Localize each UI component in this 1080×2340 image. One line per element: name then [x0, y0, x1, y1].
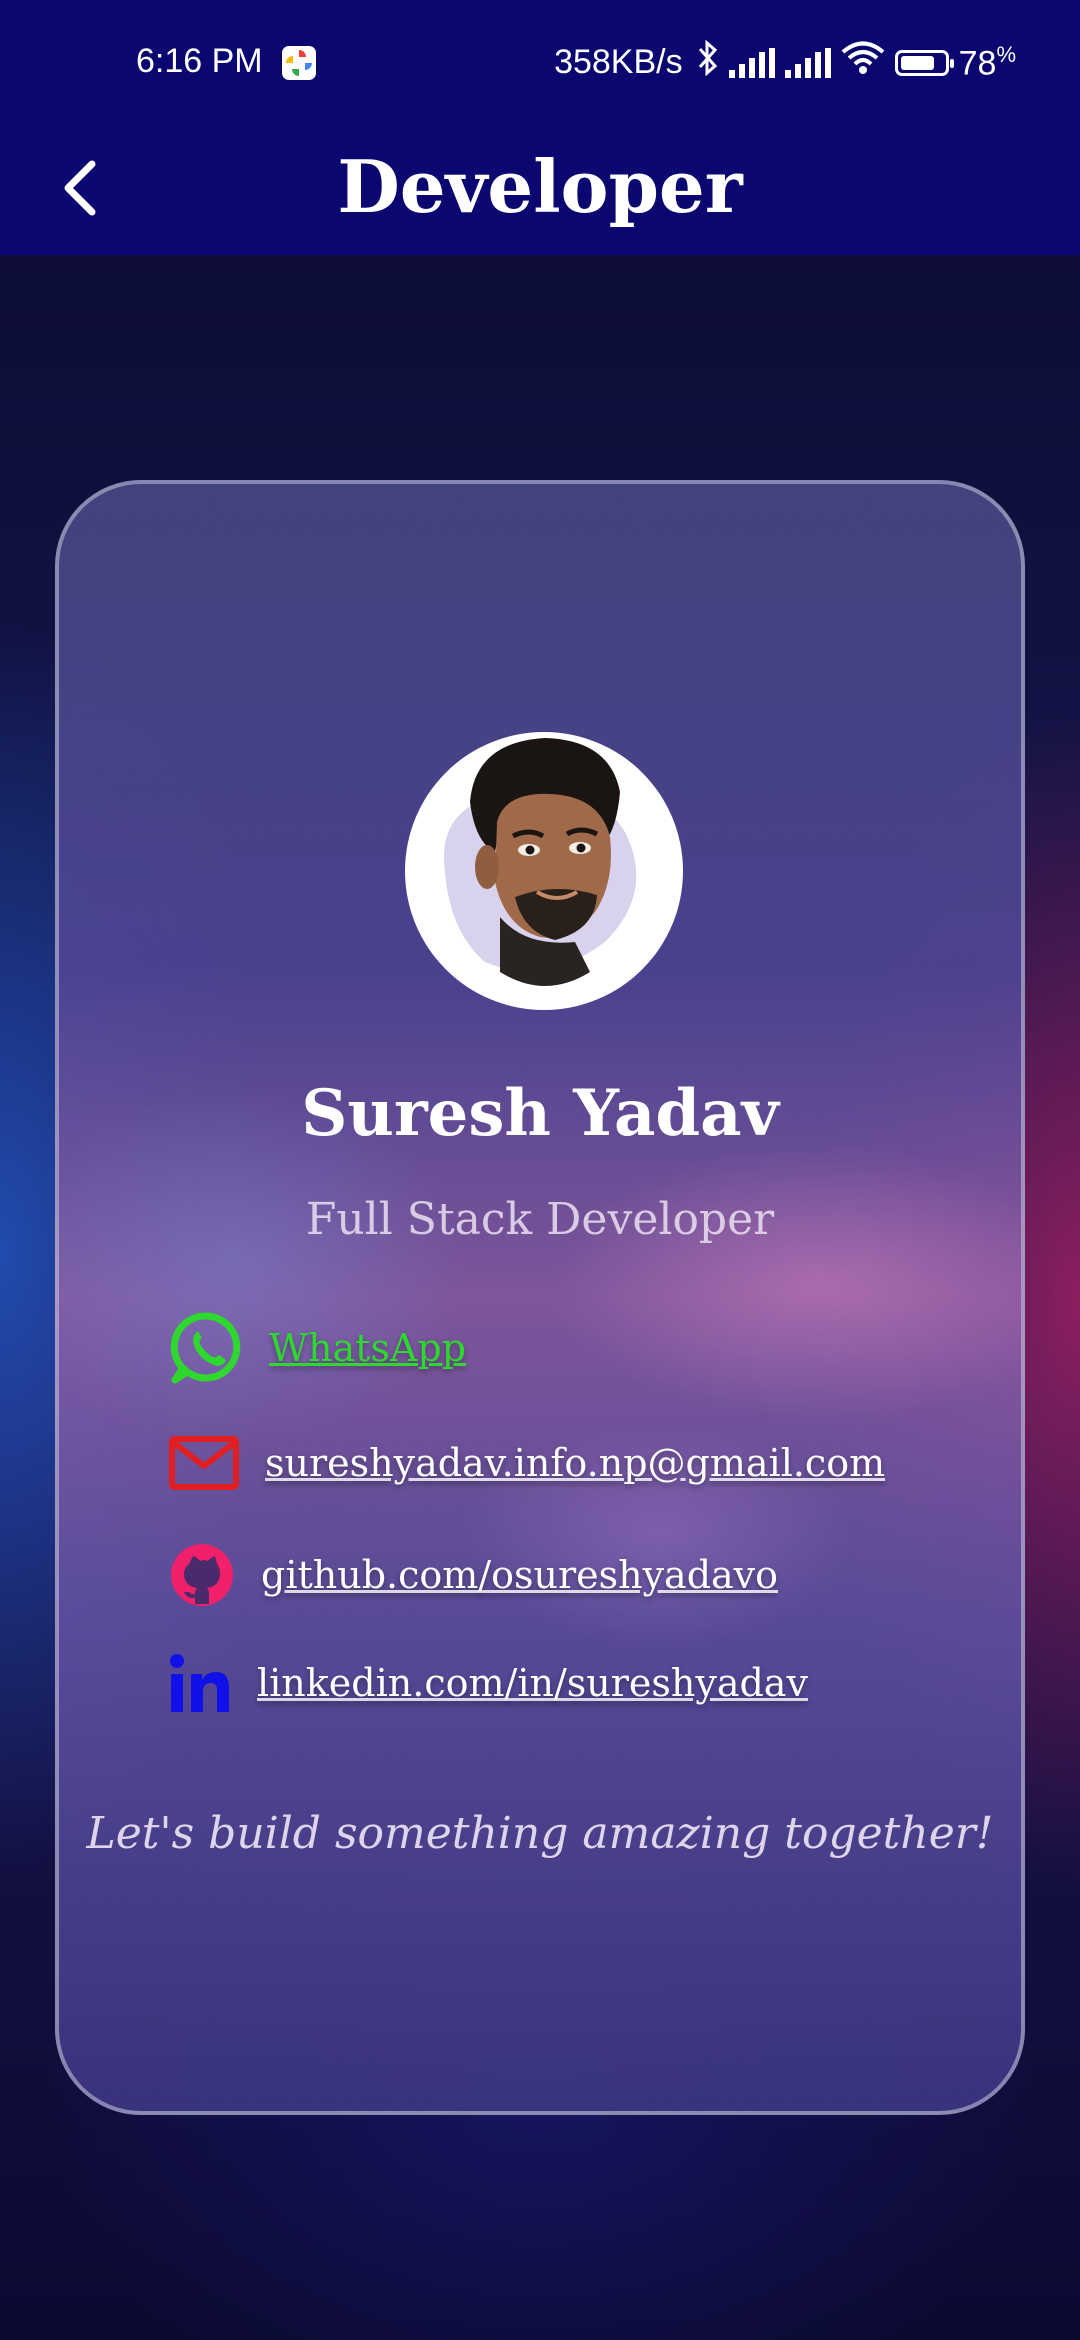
photos-app-icon [282, 46, 316, 80]
battery-percent: 78% [958, 41, 1016, 83]
network-speed: 358KB/s [554, 43, 683, 81]
mail-icon [169, 1436, 239, 1490]
app-bar: Developer [0, 125, 1080, 255]
tagline: Let's build something amazing together! [86, 1808, 994, 1859]
whatsapp-icon [169, 1310, 245, 1386]
signal-icon-2 [784, 47, 831, 78]
developer-name: Suresh Yadav [301, 1076, 779, 1151]
status-bar: 6:16 PM 358KB/s 78% [0, 0, 1080, 125]
page-title: Developer [337, 144, 743, 229]
battery-icon [894, 49, 954, 76]
battery-level [900, 55, 934, 70]
bluetooth-icon [697, 39, 719, 85]
avatar [405, 732, 683, 1010]
developer-role: Full Stack Developer [305, 1194, 775, 1245]
github-label: github.com/osureshyadavo [261, 1553, 779, 1597]
github-icon [169, 1542, 235, 1608]
whatsapp-link[interactable]: WhatsApp [169, 1310, 466, 1386]
whatsapp-label: WhatsApp [269, 1326, 467, 1370]
status-indicators: 358KB/s 78% [554, 39, 1016, 85]
developer-card: Suresh Yadav Full Stack Developer WhatsA… [55, 480, 1025, 2115]
linkedin-label: linkedin.com/in/sureshyadav [257, 1661, 808, 1705]
email-label: sureshyadav.info.np@gmail.com [265, 1441, 886, 1485]
linkedin-icon [169, 1652, 231, 1714]
status-time: 6:16 PM [136, 42, 263, 80]
email-link[interactable]: sureshyadav.info.np@gmail.com [169, 1436, 885, 1490]
linkedin-link[interactable]: linkedin.com/in/sureshyadav [169, 1652, 808, 1714]
signal-icon [728, 47, 775, 78]
wifi-icon [841, 41, 885, 84]
github-link[interactable]: github.com/osureshyadavo [169, 1542, 778, 1608]
